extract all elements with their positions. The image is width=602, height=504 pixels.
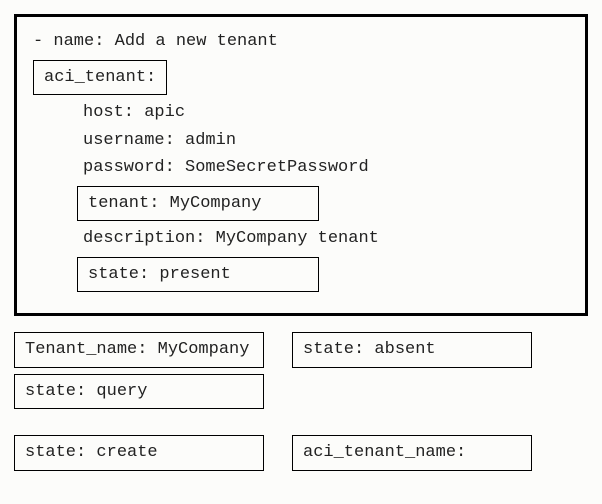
- task-name-line: - name: Add a new tenant: [33, 29, 573, 55]
- description-line: description: MyCompany tenant: [83, 226, 573, 252]
- option-state-query[interactable]: state: query: [14, 374, 264, 410]
- option-tenant-name[interactable]: Tenant_name: MyCompany: [14, 332, 264, 368]
- option-tenant-name-text: Tenant_name: MyCompany: [25, 340, 249, 359]
- module-box[interactable]: aci_tenant:: [33, 60, 167, 96]
- option-state-absent[interactable]: state: absent: [292, 332, 532, 368]
- option-state-create[interactable]: state: create: [14, 435, 264, 471]
- option-state-absent-text: state: absent: [303, 340, 436, 359]
- options-row-2: state: query: [14, 374, 588, 410]
- options-row-3: state: create aci_tenant_name:: [14, 435, 588, 471]
- state-line: state: present: [88, 265, 231, 284]
- option-aci-tenant-name[interactable]: aci_tenant_name:: [292, 435, 532, 471]
- option-aci-tenant-name-text: aci_tenant_name:: [303, 443, 466, 462]
- tenant-box[interactable]: tenant: MyCompany: [77, 186, 319, 222]
- option-state-create-text: state: create: [25, 443, 158, 462]
- host-line: host: apic: [83, 100, 573, 126]
- state-box[interactable]: state: present: [77, 257, 319, 293]
- option-state-query-text: state: query: [25, 382, 147, 401]
- module-line: aci_tenant:: [44, 68, 156, 87]
- options-row-1: Tenant_name: MyCompany state: absent: [14, 332, 588, 368]
- tenant-line: tenant: MyCompany: [88, 194, 261, 213]
- password-line: password: SomeSecretPassword: [83, 155, 573, 181]
- username-line: username: admin: [83, 128, 573, 154]
- playbook-task-box: - name: Add a new tenant aci_tenant: hos…: [14, 14, 588, 316]
